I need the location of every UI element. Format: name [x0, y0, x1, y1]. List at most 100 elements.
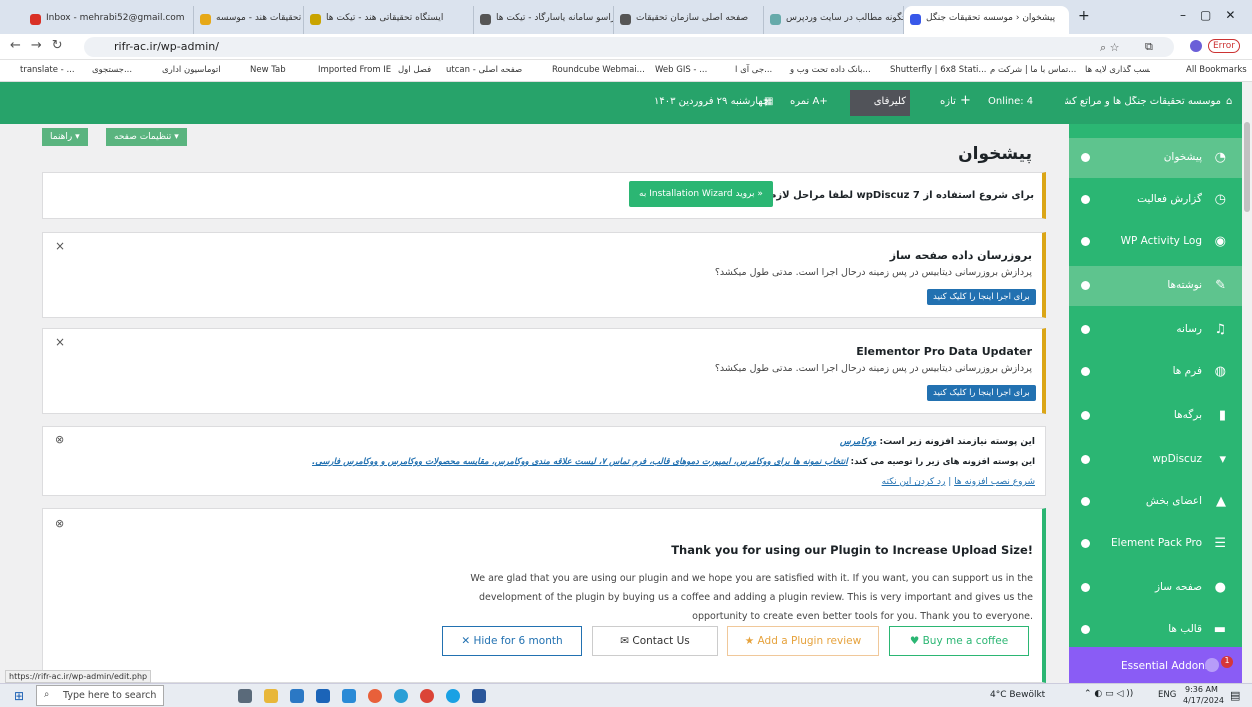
sidebar-bullet [1081, 583, 1090, 592]
bookmark-item[interactable]: Roundcube Webmai... [552, 65, 645, 75]
installation-wizard-button[interactable]: به Installation Wizard بروید » [629, 181, 773, 207]
elementor-icon: ● [1214, 580, 1226, 595]
word-icon[interactable] [472, 689, 486, 703]
taskbar-search[interactable]: ⌕ Type here to search [36, 685, 164, 706]
close-icon[interactable]: × [55, 239, 65, 253]
ie-icon[interactable] [394, 689, 408, 703]
bookmark-item[interactable]: اتوماسیون اداری [162, 65, 221, 75]
sidebar-item-forms[interactable]: فرم ها ◍ [1069, 352, 1242, 392]
recommended-plugins-links[interactable]: انتخاب نمونه ها برای ووکامرس، ایمپورت دم… [312, 457, 848, 467]
tab-gmail[interactable]: Inbox - mehrabi52@gmail.com [24, 6, 194, 34]
profile-avatar[interactable] [1190, 40, 1202, 52]
dismiss-icon[interactable]: ⊗ [55, 433, 64, 446]
new-content-link[interactable]: تازه [940, 96, 956, 107]
sidebar-item-pages[interactable]: برگه‌ها ▮ [1069, 396, 1242, 436]
dismiss-icon[interactable]: ⊗ [55, 517, 64, 530]
zoom-icon[interactable]: ⌕ ☆ [1100, 41, 1120, 55]
bookmark-item[interactable]: translate - ... [20, 65, 75, 75]
page-scrollbar[interactable] [1242, 82, 1252, 682]
sidebar-item-posts[interactable]: نوشته‌ها ✎ [1069, 266, 1242, 306]
bookmark-item[interactable]: جستجوی... [92, 65, 132, 75]
contact-us-button[interactable]: ✉ Contact Us [592, 626, 718, 656]
app-icon[interactable] [342, 689, 356, 703]
nav-buttons[interactable]: ←→↻ [10, 38, 73, 53]
bookmark-item[interactable]: utcan - صفحه اصلی [446, 65, 522, 75]
woocommerce-link[interactable]: ووکامرس [840, 437, 877, 447]
run-updater-button[interactable]: برای اجرا اینجا را کلیک کنید [927, 289, 1036, 305]
window-controls[interactable]: –▢✕ [1180, 8, 1249, 22]
media-icon: ♫ [1214, 322, 1226, 337]
new-tab-button[interactable]: + [1078, 8, 1090, 24]
bookmark-item[interactable]: Shutterfly | 6x8 Stati... [890, 65, 987, 75]
notice-desc: پردازش بروزرسانی دیتابیس در پس زمینه درح… [714, 363, 1032, 374]
task-view-icon[interactable] [238, 689, 252, 703]
weather-display[interactable]: 4°C Bewölkt [990, 690, 1045, 700]
help-button[interactable]: راهنما ▾ [42, 128, 88, 146]
tab-tickets[interactable]: ایستگاه تحقیقاتی هند - تیکت ها [304, 6, 474, 34]
chrome-icon[interactable] [420, 689, 434, 703]
bookmark-item[interactable]: جی آی ا... [735, 65, 772, 75]
all-bookmarks[interactable]: All Bookmarks [1186, 65, 1247, 75]
bookmark-item[interactable]: تماس با ما | شرکت م... [990, 65, 1076, 75]
mail-icon: ✉ [620, 635, 633, 647]
begin-install-link[interactable]: شروع نصب افزونه ها [954, 477, 1035, 487]
store-icon[interactable] [290, 689, 304, 703]
notifications-icon[interactable]: ▤ [1230, 689, 1240, 702]
bookmark-item[interactable]: فصل اول [398, 65, 431, 75]
sidebar-item-templates[interactable]: قالب ها ▬ [1069, 610, 1242, 650]
sidebar-bullet [1081, 539, 1090, 548]
tray-icons[interactable]: ⌃ ◐ ▭ ◁ )) [1084, 689, 1133, 699]
scrollbar-thumb[interactable] [1244, 122, 1250, 212]
url-field[interactable]: rifr-ac.ir/wp-admin/ [84, 37, 1174, 57]
bookmark-item[interactable]: برچسب گذاری لایه ها... [1085, 65, 1150, 75]
home-icon[interactable]: ⌂ [1226, 96, 1232, 107]
language-indicator[interactable]: ENG [1158, 690, 1176, 700]
pin-icon: ✎ [1215, 278, 1226, 293]
sidebar-item-media[interactable]: رسانه ♫ [1069, 310, 1242, 350]
file-explorer-icon[interactable] [264, 689, 278, 703]
ea-icon [1205, 658, 1219, 672]
colorfy-menu[interactable]: کلیرفای [850, 90, 910, 116]
sidebar-item-activity[interactable]: گزارش فعالیت ◷ [1069, 180, 1242, 220]
sidebar-item-members[interactable]: اعضای بخش ▲ [1069, 482, 1242, 522]
tab-dashboard[interactable]: پیشخوان ‹ موسسه تحقیقات جنگل [904, 6, 1069, 34]
page-title: پیشخوان [958, 144, 1032, 164]
mail-app-icon[interactable] [316, 689, 330, 703]
recommended-plugins-line: این پوسته افزونه های زیر را توصیه می کند… [312, 457, 1035, 467]
bookmark-item[interactable]: New Tab [250, 65, 286, 75]
bookmark-item[interactable]: Imported From IE [318, 65, 391, 75]
firefox-icon[interactable] [368, 689, 382, 703]
bookmark-item[interactable]: Web GIS - ... [655, 65, 707, 75]
clock-time[interactable]: 9:36 AM [1185, 685, 1218, 694]
add-review-button[interactable]: ★ Add a Plugin review [727, 626, 879, 656]
tab-howto[interactable]: چگونه مطالب در سایت وردپرس [764, 6, 904, 34]
dismiss-notice-link[interactable]: رد کردن این نکته [882, 477, 946, 487]
sidebar-item-wpdiscuz[interactable]: wpDiscuz ▾ [1069, 440, 1242, 480]
tab-station[interactable]: ایستگاه تحقیقات هند - موسسه [194, 6, 304, 34]
tab-home[interactable]: صفحه اصلی سازمان تحقیقات [614, 6, 764, 34]
edge-icon[interactable] [446, 689, 460, 703]
bookmarks-bar: translate - ... جستجوی... اتوماسیون ادار… [0, 60, 1252, 82]
online-users[interactable]: Online: 4 [988, 96, 1033, 107]
score-link[interactable]: نمره A+ [790, 96, 828, 107]
sidebar-bullet [1081, 455, 1090, 464]
extensions-icon[interactable]: ⧉ [1145, 40, 1153, 54]
sidebar-item-essential-addons[interactable]: Essential Addons 1 [1069, 647, 1242, 684]
sidebar-item-page-builder[interactable]: صفحه ساز ● [1069, 568, 1242, 608]
sidebar-item-dashboard[interactable]: پیشخوان ◔ [1069, 138, 1242, 178]
error-badge[interactable]: Error [1208, 39, 1240, 53]
elementor-pro-updater-notice: × Elementor Pro Data Updater پردازش بروز… [42, 328, 1046, 414]
clock-date[interactable]: 4/17/2024 [1183, 696, 1224, 705]
start-icon[interactable]: ⊞ [14, 689, 24, 703]
buy-coffee-button[interactable]: ♥ Buy me a coffee [889, 626, 1029, 656]
sidebar-item-element-pack[interactable]: Element Pack Pro ☰ [1069, 524, 1242, 564]
bookmark-item[interactable]: بانک داده تحت وب و... [790, 65, 871, 75]
hide-6-month-button[interactable]: ✕ Hide for 6 month [442, 626, 582, 656]
update-badge: 1 [1221, 656, 1233, 668]
tab-farasoo[interactable]: فراسو سامانه یاسارگاد - تیکت ها [474, 6, 614, 34]
run-elementor-updater-button[interactable]: برای اجرا اینجا را کلیک کنید [927, 385, 1036, 401]
screen-options-button[interactable]: تنظیمات صفحه ▾ [106, 128, 187, 146]
sidebar-item-wp-activity-log[interactable]: WP Activity Log ◉ [1069, 222, 1242, 262]
close-icon[interactable]: × [55, 335, 65, 349]
site-name-link[interactable]: موسسه تحقیقات جنگل ها و مراتع کشور [1065, 96, 1221, 107]
